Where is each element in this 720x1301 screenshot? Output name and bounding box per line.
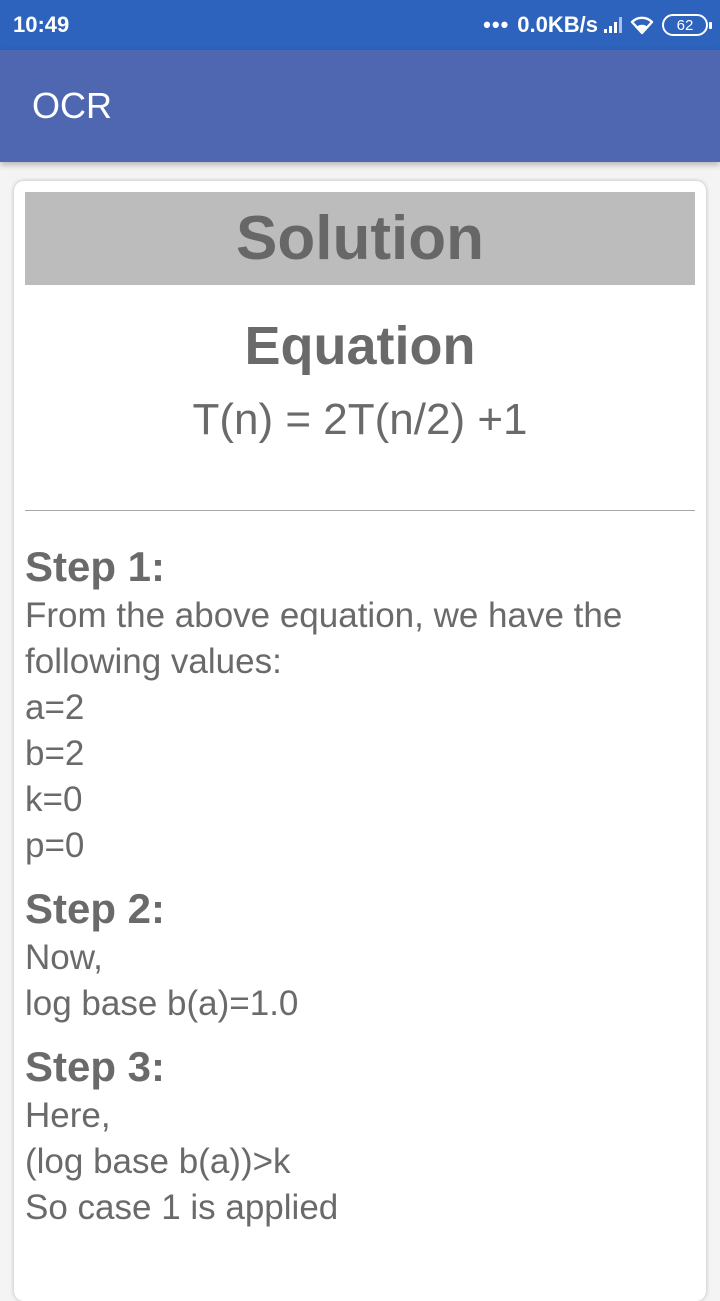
divider [25,510,695,511]
step-line: k=0 [25,780,83,819]
wifi-icon [630,15,654,35]
solution-header: Solution [25,192,695,285]
network-speed: 0.0KB/s [517,12,598,37]
app-bar: OCR [0,50,720,162]
step-title: Step 1: [25,543,166,590]
battery-level: 62 [676,16,694,34]
more-dots-icon: ••• [483,12,510,37]
step-line: log base b(a)=1.0 [25,984,299,1023]
equation-value: T(n) = 2T(n/2) +1 [192,395,528,444]
status-time: 10:49 [13,12,70,37]
step-3: Step 3: Here, (log base b(a))>k So case … [25,1041,700,1231]
step-2: Step 2: Now, log base b(a)=1.0 [25,883,700,1027]
step-line: Now, [25,938,103,977]
step-title: Step 2: [25,885,166,932]
step-1: Step 1: From the above equation, we have… [25,541,700,869]
battery-icon: 62 [662,14,712,36]
step-line: (log base b(a))>k [25,1142,291,1181]
step-line: From the above equation, we have the [25,596,623,635]
status-indicators: ••• 0.0KB/s 62 [483,12,712,38]
status-bar: 10:49 ••• 0.0KB/s 62 [0,0,720,50]
step-line: So case 1 is applied [25,1188,339,1227]
step-line: following values: [25,642,282,681]
step-line: p=0 [25,826,85,865]
equation-title: Equation [244,316,476,376]
solution-card: Solution Equation T(n) = 2T(n/2) +1 Step… [14,181,706,1301]
step-line: b=2 [25,734,85,773]
steps-list: Step 1: From the above equation, we have… [25,541,700,1245]
step-line: Here, [25,1096,111,1135]
app-title: OCR [32,85,112,126]
signal-icon [604,17,622,33]
step-line: a=2 [25,688,85,727]
step-title: Step 3: [25,1043,166,1090]
